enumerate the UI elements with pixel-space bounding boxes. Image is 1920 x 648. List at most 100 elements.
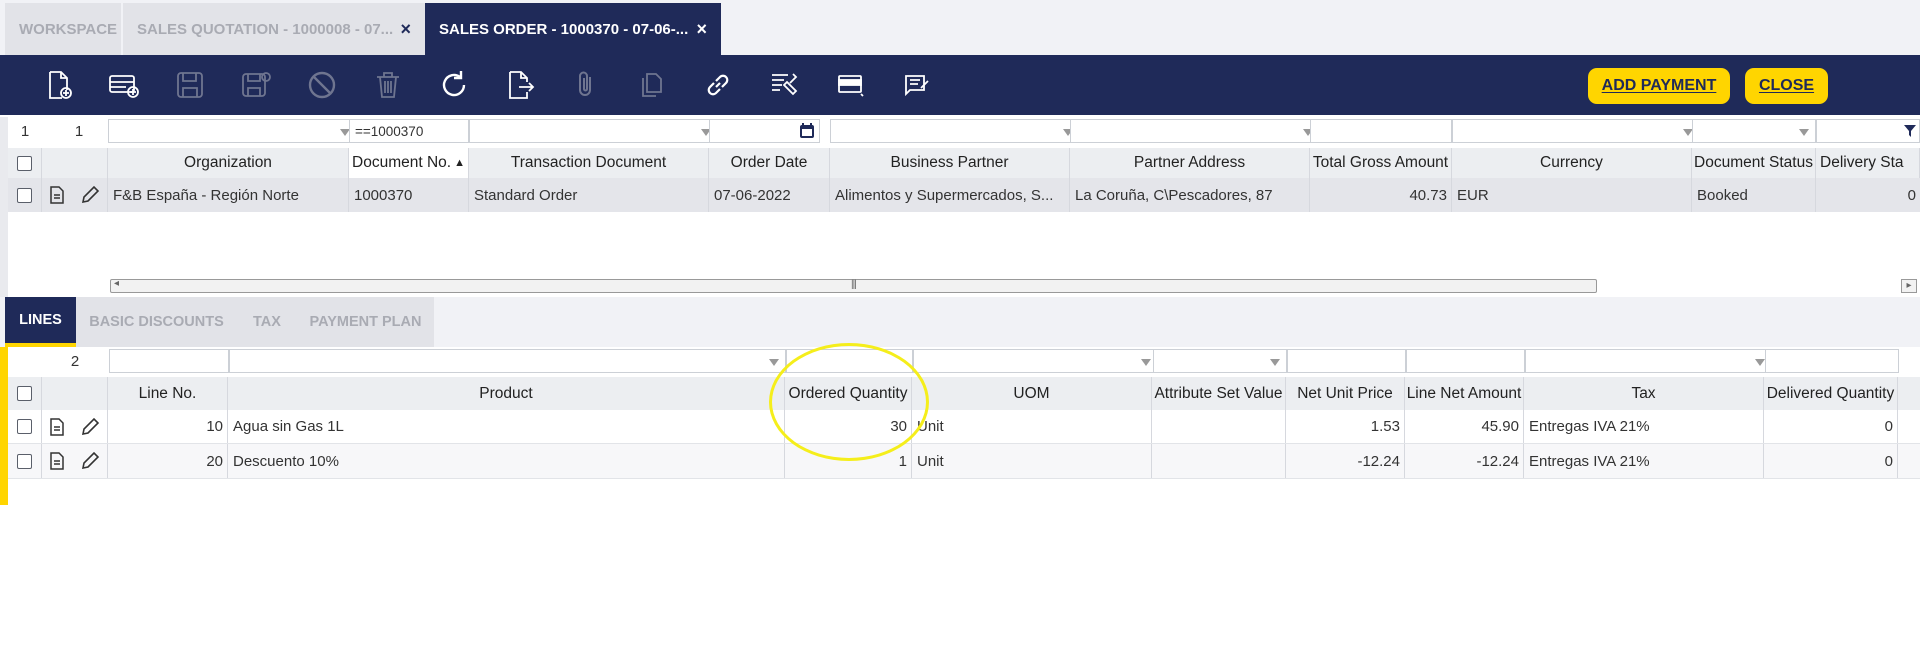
filter-transaction-document[interactable] xyxy=(469,119,718,143)
column-organization[interactable]: Organization xyxy=(108,148,349,178)
cell-ordered-quantity: 30 xyxy=(785,410,912,443)
cell-currency: EUR xyxy=(1452,178,1692,212)
chevron-down-icon[interactable] xyxy=(1799,129,1809,136)
row-actions xyxy=(42,410,108,443)
filter-ordered-quantity[interactable] xyxy=(786,349,913,373)
new-document-icon[interactable] xyxy=(38,66,78,104)
new-row-icon[interactable] xyxy=(104,66,144,104)
filter-net-unit-price[interactable] xyxy=(1287,349,1406,373)
row-checkbox[interactable] xyxy=(17,187,32,203)
chevron-down-icon[interactable] xyxy=(769,359,779,366)
filter-uom[interactable] xyxy=(913,349,1158,373)
filter-currency[interactable] xyxy=(1452,119,1700,143)
cell-transaction-document: Standard Order xyxy=(469,178,709,212)
lines-select-all-checkbox[interactable] xyxy=(17,386,32,401)
column-partner-address[interactable]: Partner Address xyxy=(1070,148,1310,178)
table-row[interactable]: 20 Descuento 10% 1 Unit -12.24 -12.24 En… xyxy=(8,444,1920,479)
column-line-net-amount[interactable]: Line Net Amount xyxy=(1405,377,1524,410)
horizontal-scrollbar[interactable]: ◂ ||| xyxy=(110,278,1597,293)
filter-delivered-quantity[interactable] xyxy=(1765,349,1899,373)
column-product[interactable]: Product xyxy=(228,377,785,410)
filter-delivery-status[interactable] xyxy=(1816,119,1920,143)
edit-pencil-icon[interactable] xyxy=(80,417,100,437)
filter-organization[interactable] xyxy=(108,119,357,143)
edit-pencil-icon[interactable] xyxy=(80,451,100,471)
open-form-icon[interactable] xyxy=(49,186,65,204)
column-document-no[interactable]: Document No. ▲ xyxy=(349,148,469,178)
filter-product[interactable] xyxy=(229,349,786,373)
row-select-cell xyxy=(8,410,42,443)
filter-attribute-set-value[interactable] xyxy=(1153,349,1287,373)
cell-attribute-set-value xyxy=(1152,410,1286,443)
filter-icon[interactable] xyxy=(1903,124,1917,138)
table-row[interactable]: 10 Agua sin Gas 1L 30 Unit 1.53 45.90 En… xyxy=(8,410,1920,444)
tab-sales-order[interactable]: SALES ORDER - 1000370 - 07-06-... × xyxy=(425,3,721,55)
column-transaction-document[interactable]: Transaction Document xyxy=(469,148,709,178)
close-tab-icon[interactable]: × xyxy=(400,19,411,40)
selected-count: 1 xyxy=(8,119,42,143)
tab-basic-discounts[interactable]: BASIC DISCOUNTS xyxy=(76,297,237,347)
column-tax[interactable]: Tax xyxy=(1524,377,1764,410)
refresh-icon[interactable] xyxy=(434,66,474,104)
column-document-status[interactable]: Document Status xyxy=(1692,148,1816,178)
table-row[interactable]: F&B España - Región Norte 1000370 Standa… xyxy=(8,178,1920,212)
header-filter-row: 1 1 ==1000370 xyxy=(8,119,1920,143)
filter-document-status[interactable] xyxy=(1692,119,1816,143)
chevron-down-icon[interactable] xyxy=(1755,359,1765,366)
row-checkbox[interactable] xyxy=(17,453,32,469)
calendar-icon[interactable] xyxy=(798,122,816,140)
app-window: WORKSPACE SALES QUOTATION - 1000008 - 07… xyxy=(0,0,1920,648)
cancel-icon[interactable] xyxy=(302,66,342,104)
close-button[interactable]: CLOSE xyxy=(1745,68,1828,104)
cell-tax: Entregas IVA 21% xyxy=(1524,410,1764,443)
save-icon[interactable] xyxy=(170,66,210,104)
filter-business-partner[interactable] xyxy=(830,119,1080,143)
filter-total-gross-amount[interactable] xyxy=(1310,119,1452,143)
column-delivery-status[interactable]: Delivery Sta xyxy=(1816,148,1920,178)
notes-icon[interactable] xyxy=(896,66,936,104)
tab-tax[interactable]: TAX xyxy=(237,297,297,347)
chevron-down-icon[interactable] xyxy=(1270,359,1280,366)
cell-line-net-amount: 45.90 xyxy=(1405,410,1524,443)
column-line-no[interactable]: Line No. xyxy=(108,377,228,410)
column-business-partner[interactable]: Business Partner xyxy=(830,148,1070,178)
tab-workspace[interactable]: WORKSPACE xyxy=(5,3,121,55)
column-ordered-quantity[interactable]: Ordered Quantity xyxy=(785,377,912,410)
link-icon[interactable] xyxy=(698,66,738,104)
save-close-icon[interactable] xyxy=(236,66,276,104)
header-columns-row: Organization Document No. ▲ Transaction … xyxy=(8,148,1920,178)
column-currency[interactable]: Currency xyxy=(1452,148,1692,178)
column-order-date[interactable]: Order Date xyxy=(709,148,830,178)
filter-line-no[interactable] xyxy=(109,349,229,373)
column-attribute-set-value[interactable]: Attribute Set Value xyxy=(1152,377,1286,410)
row-checkbox[interactable] xyxy=(17,419,32,434)
filter-line-net-amount[interactable] xyxy=(1406,349,1525,373)
filter-order-date[interactable] xyxy=(709,119,820,143)
open-form-icon[interactable] xyxy=(49,417,65,436)
scroll-left-icon[interactable]: ◂ xyxy=(114,278,119,289)
filter-partner-address[interactable] xyxy=(1070,119,1320,143)
close-tab-icon[interactable]: × xyxy=(696,19,707,40)
column-delivered-quantity[interactable]: Delivered Quantity xyxy=(1764,377,1898,410)
column-uom[interactable]: UOM xyxy=(912,377,1152,410)
tools-icon[interactable] xyxy=(764,66,804,104)
filter-document-no[interactable]: ==1000370 xyxy=(349,119,469,143)
copy-record-icon[interactable] xyxy=(632,66,672,104)
chevron-down-icon[interactable] xyxy=(1141,359,1151,366)
delete-icon[interactable] xyxy=(368,66,408,104)
cell-delivered-quantity: 0 xyxy=(1764,410,1898,443)
edit-pencil-icon[interactable] xyxy=(80,185,100,205)
tab-lines[interactable]: LINES xyxy=(5,297,76,347)
tab-sales-quotation[interactable]: SALES QUOTATION - 1000008 - 07... × xyxy=(123,3,425,55)
form-view-icon[interactable] xyxy=(830,66,870,104)
select-all-checkbox[interactable] xyxy=(17,155,32,171)
open-form-icon[interactable] xyxy=(49,452,65,470)
attach-icon[interactable] xyxy=(566,66,606,104)
tab-payment-plan[interactable]: PAYMENT PLAN xyxy=(297,297,434,347)
column-net-unit-price[interactable]: Net Unit Price xyxy=(1286,377,1405,410)
column-total-gross-amount[interactable]: Total Gross Amount xyxy=(1310,148,1452,178)
filter-tax[interactable] xyxy=(1525,349,1772,373)
export-icon[interactable] xyxy=(500,66,540,104)
scroll-right-icon[interactable]: ▸ xyxy=(1901,279,1917,293)
add-payment-button[interactable]: ADD PAYMENT xyxy=(1588,68,1730,104)
